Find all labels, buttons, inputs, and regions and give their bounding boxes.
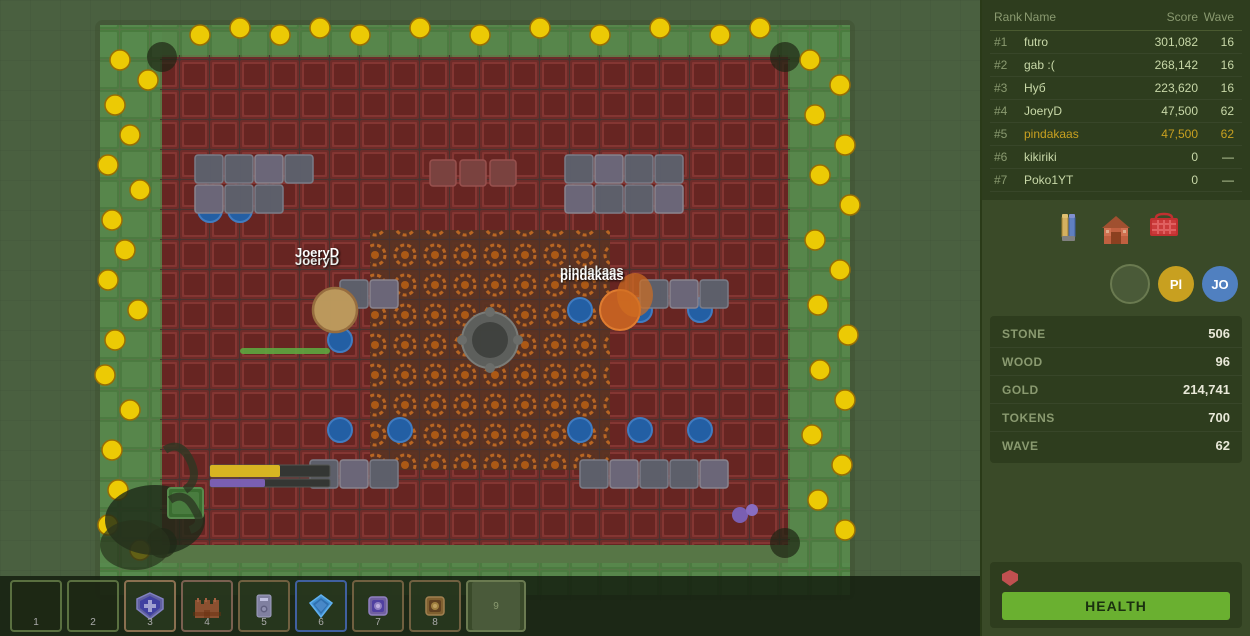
lb-wave-4: 62: [1198, 104, 1238, 118]
slot-7-number: 7: [375, 617, 381, 628]
slot-1-number: 1: [33, 617, 39, 628]
lb-wave-2: 16: [1198, 58, 1238, 72]
wave-label: WAVE: [1002, 439, 1038, 453]
cart-icon: [1146, 212, 1182, 248]
lb-wave-1: 16: [1198, 35, 1238, 49]
health-label-row: [1002, 570, 1230, 586]
ammo-button[interactable]: [1050, 212, 1086, 248]
lb-rank-1: #1: [994, 35, 1024, 49]
lb-header-name: Name: [1024, 10, 1128, 24]
lb-score-1: 301,082: [1128, 35, 1198, 49]
lb-row-4: #4 JoeryD 47,500 62: [990, 100, 1242, 123]
lb-name-7: Poko1YT: [1024, 173, 1128, 187]
lb-header-score: Score: [1128, 10, 1198, 24]
lb-score-5: 47,500: [1128, 127, 1198, 141]
stone-label: STONE: [1002, 327, 1046, 341]
lb-score-4: 47,500: [1128, 104, 1198, 118]
health-section: HEALTH: [990, 562, 1242, 628]
slot-1[interactable]: 1: [10, 580, 62, 632]
wave-value: 62: [1216, 438, 1230, 453]
slot-9-number: 9: [493, 601, 499, 612]
health-bar: HEALTH: [1002, 592, 1230, 620]
tokens-value: 700: [1208, 410, 1230, 425]
tokens-label: TOKENS: [1002, 411, 1055, 425]
slot-4[interactable]: 4: [181, 580, 233, 632]
lb-rank-2: #2: [994, 58, 1024, 72]
player-label-pindakaas: pindakaas: [560, 268, 624, 283]
slot-6-number: 6: [318, 617, 324, 628]
lb-header-rank: Rank: [994, 10, 1024, 24]
game-area[interactable]: JoeryD pindakaas: [0, 0, 980, 636]
slot-3[interactable]: 3: [124, 580, 176, 632]
lb-score-3: 223,620: [1128, 81, 1198, 95]
stat-row-stone: STONE 506: [990, 320, 1242, 348]
slot-8[interactable]: 8: [409, 580, 461, 632]
lb-rank-4: #4: [994, 104, 1024, 118]
lb-wave-5: 62: [1198, 127, 1238, 141]
slot-2-number: 2: [90, 617, 96, 628]
lb-name-4: JoeryD: [1024, 104, 1128, 118]
slot-9[interactable]: 9: [466, 580, 526, 632]
lb-rank-6: #6: [994, 150, 1024, 164]
lb-wave-3: 16: [1198, 81, 1238, 95]
wood-value: 96: [1216, 354, 1230, 369]
wood-label: WOOD: [1002, 355, 1043, 369]
slot-2[interactable]: 2: [67, 580, 119, 632]
slot-8-number: 8: [432, 617, 438, 628]
lb-row-3: #3 Нуб 223,620 16: [990, 77, 1242, 100]
lb-score-7: 0: [1128, 173, 1198, 187]
tool-row: [982, 200, 1250, 260]
ammo-icon: [1050, 212, 1086, 248]
gold-value: 214,741: [1183, 382, 1230, 397]
avatar-jo[interactable]: JO: [1202, 266, 1238, 302]
stat-row-wave: WAVE 62: [990, 432, 1242, 459]
lb-header-wave: Wave: [1198, 10, 1238, 24]
lb-name-2: gab :(: [1024, 58, 1128, 72]
slot-5[interactable]: 5: [238, 580, 290, 632]
lb-rank-5: #5: [994, 127, 1024, 141]
stat-row-wood: WOOD 96: [990, 348, 1242, 376]
shop-button[interactable]: [1146, 212, 1182, 248]
leaderboard: Rank Name Score Wave #1 futro 301,082 16…: [982, 0, 1250, 200]
right-panel: Rank Name Score Wave #1 futro 301,082 16…: [980, 0, 1250, 636]
lb-name-5: pindakaas: [1024, 127, 1128, 141]
slot-6[interactable]: 6: [295, 580, 347, 632]
lb-row-7: #7 Poko1YT 0 —: [990, 169, 1242, 192]
stat-row-gold: GOLD 214,741: [990, 376, 1242, 404]
lb-name-1: futro: [1024, 35, 1128, 49]
map-button[interactable]: [1110, 264, 1150, 304]
avatar-pl[interactable]: Pl: [1158, 266, 1194, 302]
lb-name-3: Нуб: [1024, 81, 1128, 95]
slot-7[interactable]: 7: [352, 580, 404, 632]
lb-wave-7: —: [1198, 173, 1238, 187]
stats-section: STONE 506 WOOD 96 GOLD 214,741 TOKENS 70…: [990, 316, 1242, 463]
lb-wave-6: —: [1198, 150, 1238, 164]
lb-row-1: #1 futro 301,082 16: [990, 31, 1242, 54]
leaderboard-header: Rank Name Score Wave: [990, 8, 1242, 31]
gold-label: GOLD: [1002, 383, 1039, 397]
stone-value: 506: [1208, 326, 1230, 341]
slot-5-number: 5: [261, 617, 267, 628]
lb-row-6: #6 kikiriki 0 —: [990, 146, 1242, 169]
build-button[interactable]: [1098, 212, 1134, 248]
item-slot-bar: 1 2 3: [0, 576, 980, 636]
health-label: HEALTH: [1085, 598, 1147, 614]
game-world: JoeryD pindakaas: [0, 0, 980, 636]
lb-row-5: #5 pindakaas 47,500 62: [990, 123, 1242, 146]
slot-4-number: 4: [204, 617, 210, 628]
player-label-joery: JoeryD: [295, 245, 339, 260]
lb-rank-3: #3: [994, 81, 1024, 95]
lb-rank-7: #7: [994, 173, 1024, 187]
lb-name-6: kikiriki: [1024, 150, 1128, 164]
lb-row-2: #2 gab :( 268,142 16: [990, 54, 1242, 77]
shield-icon: [1002, 570, 1018, 586]
lb-score-2: 268,142: [1128, 58, 1198, 72]
slot-3-number: 3: [147, 617, 153, 628]
avatar-row: Pl JO: [982, 260, 1250, 308]
lb-score-6: 0: [1128, 150, 1198, 164]
house-icon: [1098, 212, 1134, 248]
stat-row-tokens: TOKENS 700: [990, 404, 1242, 432]
